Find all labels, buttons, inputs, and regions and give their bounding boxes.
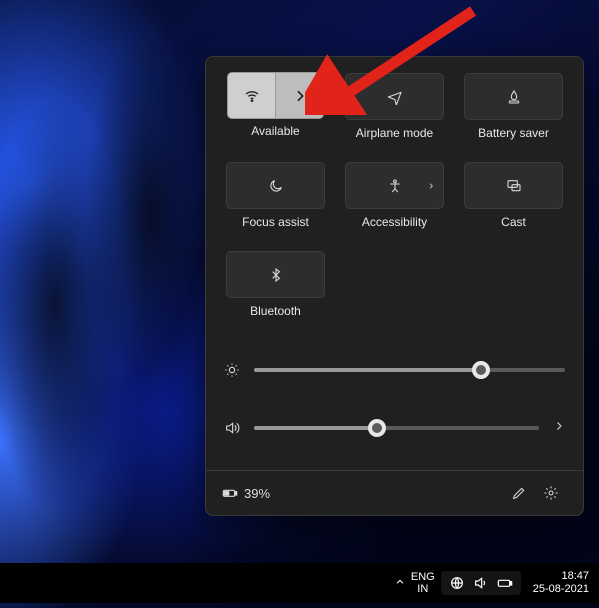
taskbar-clock[interactable]: 18:47 25-08-2021: [533, 570, 589, 596]
language-secondary: IN: [417, 583, 428, 595]
focus-assist-tile[interactable]: [226, 162, 325, 209]
brightness-icon: [224, 362, 240, 378]
bluetooth-tile[interactable]: [226, 251, 325, 298]
airplane-icon: [387, 89, 403, 105]
language-indicator[interactable]: ENG IN: [411, 571, 435, 595]
accessibility-label: Accessibility: [362, 215, 427, 229]
wifi-icon: [244, 88, 260, 104]
quick-settings-tiles: Available Airplane mode Battery saver: [222, 73, 567, 328]
volume-icon: [224, 420, 240, 436]
battery-tray-icon: [497, 575, 513, 591]
wifi-expand-button[interactable]: [275, 72, 324, 119]
wifi-toggle[interactable]: [227, 72, 275, 119]
tray-overflow-button[interactable]: [395, 576, 405, 590]
accessibility-icon: [387, 178, 403, 194]
language-primary: ENG: [411, 571, 435, 583]
sliders-area: [222, 354, 567, 444]
accessibility-tile[interactable]: [345, 162, 444, 209]
battery-saver-tile[interactable]: [464, 73, 563, 120]
quick-settings-panel: Available Airplane mode Battery saver: [205, 56, 584, 516]
cast-tile[interactable]: [464, 162, 563, 209]
taskbar[interactable]: ENG IN 18:47 25-08-2021: [0, 563, 599, 603]
wifi-label: Available: [251, 124, 299, 138]
battery-saver-icon: [506, 89, 522, 105]
brightness-slider-row: [224, 354, 565, 386]
bluetooth-label: Bluetooth: [250, 304, 301, 318]
settings-button[interactable]: [535, 477, 567, 509]
airplane-mode-tile[interactable]: [345, 73, 444, 120]
edit-button[interactable]: [503, 477, 535, 509]
volume-slider[interactable]: [254, 426, 539, 430]
pencil-icon: [511, 485, 527, 501]
battery-percentage: 39%: [244, 486, 270, 501]
gear-icon: [543, 485, 559, 501]
clock-date: 25-08-2021: [533, 583, 589, 596]
network-tray-icon: [449, 575, 465, 591]
battery-icon: [222, 485, 238, 501]
brightness-slider[interactable]: [254, 368, 565, 372]
volume-tray-icon: [473, 575, 489, 591]
volume-expand-button[interactable]: [553, 419, 565, 437]
chevron-right-icon: [292, 88, 308, 104]
system-tray[interactable]: [441, 571, 521, 595]
clock-time: 18:47: [561, 570, 589, 583]
quick-settings-footer: 39%: [206, 470, 583, 515]
bluetooth-icon: [268, 267, 284, 283]
battery-saver-label: Battery saver: [478, 126, 549, 140]
volume-slider-row: [224, 412, 565, 444]
cast-label: Cast: [501, 215, 526, 229]
wifi-tile[interactable]: [227, 73, 324, 118]
cast-icon: [506, 178, 522, 194]
airplane-mode-label: Airplane mode: [356, 126, 433, 140]
chevron-right-icon: [427, 177, 435, 195]
moon-icon: [268, 178, 284, 194]
focus-assist-label: Focus assist: [242, 215, 309, 229]
